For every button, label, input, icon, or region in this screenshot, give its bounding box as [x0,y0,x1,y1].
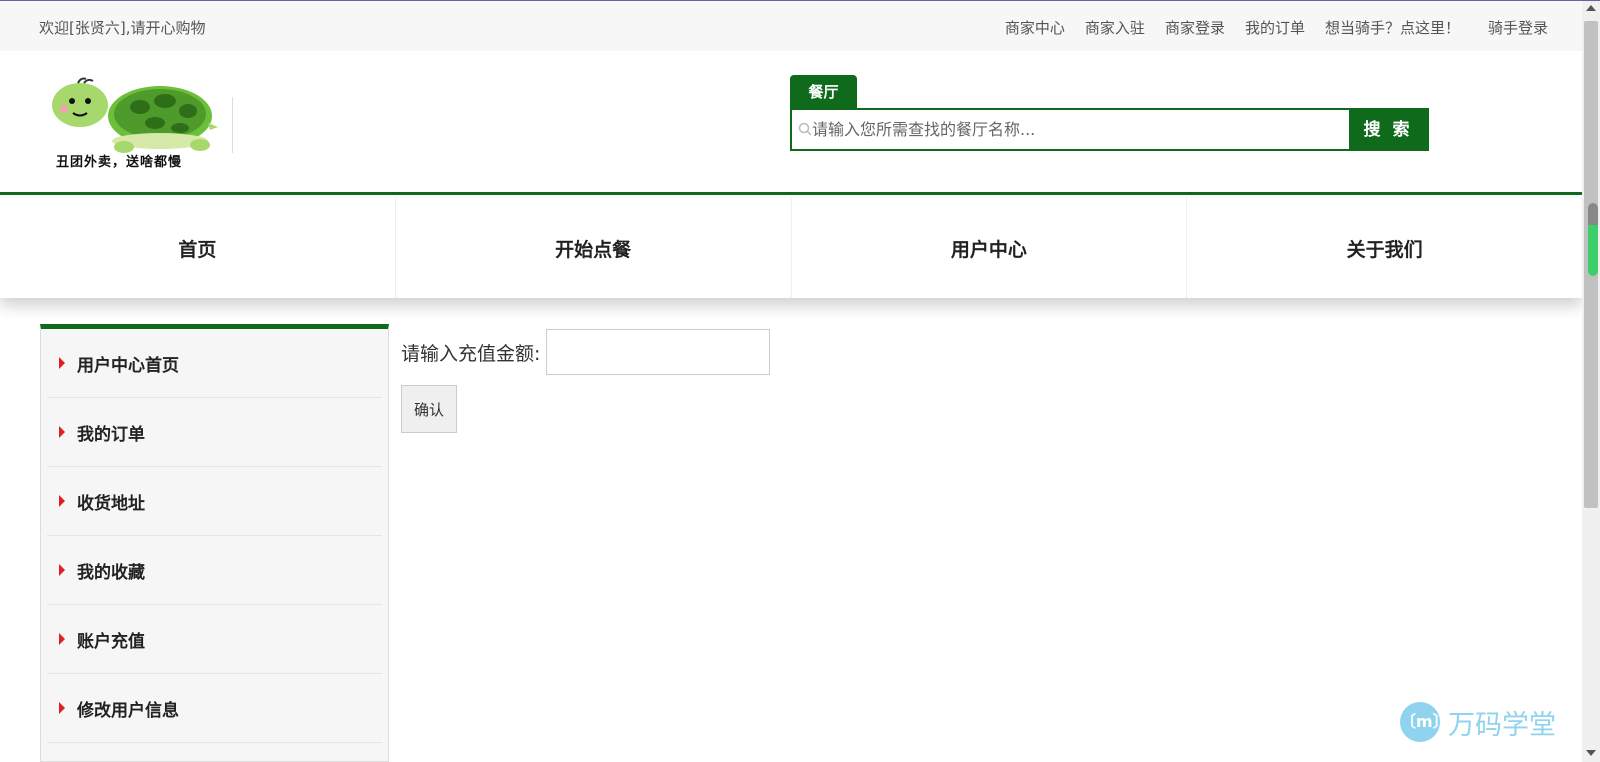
triangle-right-icon [59,426,65,438]
sidebar-item-edit-profile[interactable]: 修改用户信息 [47,674,382,743]
header: 丑团外卖，送啥都慢 餐厅 搜 索 [0,51,1582,195]
sidebar-item-user-home[interactable]: 用户中心首页 [47,329,382,398]
sidebar-item-label: 账户充值 [77,631,145,652]
search-button[interactable]: 搜 索 [1349,110,1427,149]
sidebar-item-label: 修改用户信息 [77,700,179,721]
sidebar-item-my-orders[interactable]: 我的订单 [47,398,382,467]
top-link-rider-login[interactable]: 骑手登录 [1488,17,1548,38]
welcome-text: 欢迎[张贤六],请开心购物 [39,19,206,37]
search-icon [798,122,812,136]
sidebar-item-label: 我的订单 [77,424,145,445]
sidebar-item-address[interactable]: 收货地址 [47,467,382,536]
logo-slogan: 丑团外卖，送啥都慢 [56,155,183,170]
nav-item-user-center[interactable]: 用户中心 [792,198,1188,298]
triangle-right-icon [59,495,65,507]
search-input[interactable] [812,110,1342,149]
main-nav: 首页 开始点餐 用户中心 关于我们 [0,198,1582,298]
nav-item-about-us[interactable]: 关于我们 [1187,198,1582,298]
watermark: 〔m〕 万码学堂 [1400,702,1556,742]
nav-item-start-order[interactable]: 开始点餐 [396,198,792,298]
scroll-up-arrow-icon[interactable] [1586,5,1596,11]
confirm-button[interactable]: 确认 [401,385,457,433]
top-link-my-orders[interactable]: 我的订单 [1245,17,1305,38]
search-box: 搜 索 [790,108,1429,151]
sidebar-item-label: 用户中心首页 [77,355,179,376]
vertical-scrollbar[interactable] [1582,1,1600,762]
recharge-amount-input[interactable] [546,329,770,375]
sidebar-item-label: 我的收藏 [77,562,145,583]
logo-divider [232,97,233,153]
search-tab-restaurant[interactable]: 餐厅 [790,75,857,108]
triangle-right-icon [59,702,65,714]
nav-item-home[interactable]: 首页 [0,198,396,298]
top-bar: 欢迎[张贤六],请开心购物 商家中心 商家入驻 商家登录 我的订单 想当骑手？点… [0,1,1582,51]
sidebar-item-favorites[interactable]: 我的收藏 [47,536,382,605]
site-logo[interactable]: 丑团外卖，送啥都慢 [40,71,223,174]
top-links: 商家中心 商家入驻 商家登录 我的订单 想当骑手？点这里！ 骑手登录 [985,17,1548,38]
recharge-amount-label: 请输入充值金额: [401,343,541,365]
top-link-merchant-join[interactable]: 商家入驻 [1085,17,1145,38]
sidebar-item-recharge[interactable]: 账户充值 [47,605,382,674]
triangle-right-icon [59,357,65,369]
user-center-sidebar: 用户中心首页 我的订单 收货地址 我的收藏 账户充值 修改用户信息 [40,324,389,762]
sidebar-item-label: 收货地址 [77,493,145,514]
top-link-become-rider[interactable]: 想当骑手？点这里！ [1325,17,1460,38]
scroll-down-arrow-icon[interactable] [1586,750,1596,756]
top-link-merchant-login[interactable]: 商家登录 [1165,17,1225,38]
watermark-logo-icon: 〔m〕 [1400,702,1449,742]
scroll-indicator-widget[interactable] [1588,203,1598,276]
watermark-text: 万码学堂 [1448,709,1556,741]
top-link-merchant-center[interactable]: 商家中心 [1005,17,1065,38]
triangle-right-icon [59,633,65,645]
triangle-right-icon [59,564,65,576]
turtle-logo-icon [52,77,218,153]
